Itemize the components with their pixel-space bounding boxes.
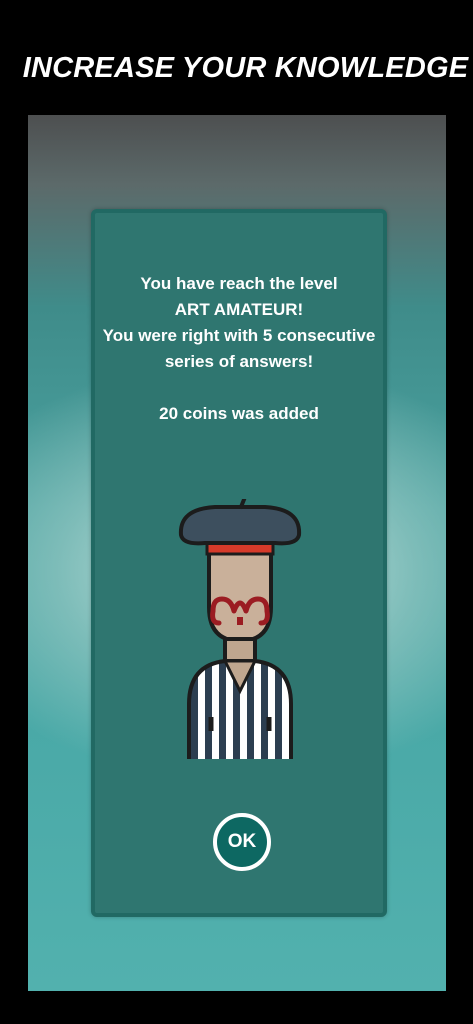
ok-button[interactable]: OK bbox=[213, 813, 271, 871]
dialog-line-1: You have reach the level bbox=[140, 274, 338, 293]
level-up-dialog: You have reach the level ART AMATEUR! Yo… bbox=[91, 209, 387, 917]
dialog-line-3: You were right with 5 consecutive bbox=[102, 326, 376, 345]
french-artist-icon bbox=[178, 499, 302, 759]
promo-headline: INCREASE YOUR KNOWLEDGE bbox=[22, 52, 469, 84]
coins-message: 20 coins was added bbox=[159, 404, 319, 423]
level-name: ART AMATEUR! bbox=[174, 300, 304, 319]
dialog-line-4: series of answers! bbox=[164, 352, 314, 371]
app-screen: You have reach the level ART AMATEUR! Yo… bbox=[28, 115, 446, 991]
